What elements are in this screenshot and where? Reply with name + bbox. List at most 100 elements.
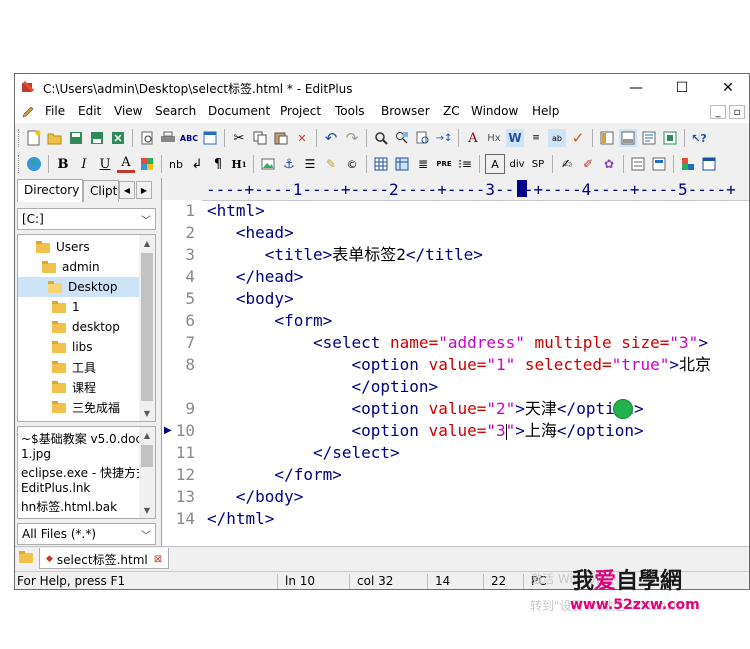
cut-icon[interactable]: ✂ bbox=[230, 129, 248, 147]
close-button[interactable]: ✕ bbox=[705, 74, 749, 101]
plugin-icon[interactable]: ✿ bbox=[600, 155, 618, 173]
check-icon[interactable]: ✓ bbox=[569, 129, 587, 147]
menu-browser[interactable]: Browser bbox=[381, 104, 430, 118]
span-icon[interactable]: SP bbox=[529, 155, 547, 173]
code-line[interactable]: <form> bbox=[207, 310, 332, 332]
menu-tools[interactable]: Tools bbox=[335, 104, 365, 118]
edit-script-icon[interactable]: ✍ bbox=[558, 155, 576, 173]
directory-scrollbar[interactable]: ▲ ▼ bbox=[139, 235, 155, 421]
bold-icon[interactable]: B bbox=[54, 155, 72, 173]
menu-edit[interactable]: Edit bbox=[78, 104, 101, 118]
browser-preview-icon[interactable] bbox=[201, 129, 219, 147]
globe-icon[interactable] bbox=[25, 155, 43, 173]
anchor-icon[interactable]: ⚓ bbox=[280, 155, 298, 173]
file-item-editplus[interactable]: EditPlus.lnk bbox=[21, 481, 90, 498]
paragraph-icon[interactable]: ¶ bbox=[209, 155, 227, 173]
code-line[interactable]: </body> bbox=[207, 486, 303, 508]
code-line[interactable]: <html> bbox=[207, 200, 265, 222]
cliptext-window-icon[interactable] bbox=[640, 129, 658, 147]
copy-icon[interactable] bbox=[251, 129, 269, 147]
code-line[interactable]: </select> bbox=[207, 442, 400, 464]
doc-tab-select-html[interactable]: ◆ select标签.html ⊠ bbox=[39, 548, 170, 569]
table-icon[interactable] bbox=[372, 155, 390, 173]
tab-scroll-left-button[interactable]: ◀ bbox=[119, 181, 135, 199]
code-line[interactable]: <option value="1" selected="true">北京 bbox=[207, 354, 711, 376]
output-window-icon[interactable] bbox=[619, 129, 637, 147]
tree-item-courses[interactable]: 课程 bbox=[52, 377, 96, 397]
code-line[interactable]: </form> bbox=[207, 464, 341, 486]
scroll-down-icon[interactable]: ▼ bbox=[139, 405, 155, 421]
close-file-icon[interactable] bbox=[109, 129, 127, 147]
eraser-icon[interactable]: ✐ bbox=[579, 155, 597, 173]
drive-select[interactable]: [C:] ﹀ bbox=[17, 208, 156, 230]
tree-item-desktop-sub[interactable]: desktop bbox=[52, 317, 120, 337]
replace-icon[interactable] bbox=[393, 129, 411, 147]
mdi-minimize-button[interactable]: _ bbox=[710, 105, 726, 119]
tree-item-1[interactable]: 1 bbox=[52, 297, 80, 317]
code-line[interactable]: <head> bbox=[207, 222, 294, 244]
fullscreen-icon[interactable] bbox=[661, 129, 679, 147]
directory-tree[interactable]: Users admin Desktop 1 desktop libs 工具 课程… bbox=[17, 234, 156, 422]
line-break-icon[interactable]: ↲ bbox=[188, 155, 206, 173]
menu-document[interactable]: Document bbox=[208, 104, 270, 118]
html-toolbar-icon[interactable] bbox=[629, 155, 647, 173]
heading-icon[interactable]: H1 bbox=[230, 155, 248, 173]
close-tab-icon[interactable]: ⊠ bbox=[154, 554, 162, 565]
pre-icon[interactable]: PRE bbox=[435, 155, 453, 173]
directory-window-icon[interactable] bbox=[598, 129, 616, 147]
center-icon[interactable]: ≣ bbox=[414, 155, 432, 173]
code-editor[interactable]: ----+----1----+----2----+----3----+----4… bbox=[161, 178, 749, 546]
minimize-button[interactable]: — bbox=[613, 74, 659, 101]
delete-icon[interactable]: ✕ bbox=[293, 129, 311, 147]
code-line[interactable]: <select name="address" multiple size="3"… bbox=[207, 332, 708, 354]
undo-icon[interactable]: ↶ bbox=[322, 129, 340, 147]
menu-project[interactable]: Project bbox=[280, 104, 321, 118]
tree-item-sanmian[interactable]: 三免成福 bbox=[52, 397, 120, 417]
spell-check-icon[interactable]: ABC bbox=[180, 129, 198, 147]
italic-icon[interactable]: I bbox=[75, 155, 93, 173]
file-item-eclipse[interactable]: eclipse.exe - 快捷方式 bbox=[21, 464, 148, 481]
maximize-button[interactable]: ☐ bbox=[659, 74, 705, 101]
scroll-up-icon[interactable]: ▲ bbox=[139, 427, 155, 443]
font-color-icon[interactable]: A bbox=[117, 155, 135, 173]
tab-cliptext[interactable]: Clipt bbox=[83, 180, 119, 202]
context-help-icon[interactable]: ↖? bbox=[690, 129, 708, 147]
code-line[interactable]: <body> bbox=[207, 288, 294, 310]
code-line[interactable]: <option value="3">上海</option> bbox=[207, 420, 643, 442]
css-toolbar-icon[interactable] bbox=[650, 155, 668, 173]
special-char-icon[interactable]: © bbox=[343, 155, 361, 173]
highlight-icon[interactable]: ✎ bbox=[322, 155, 340, 173]
scroll-down-icon[interactable]: ▼ bbox=[139, 502, 155, 518]
file-filter-select[interactable]: All Files (*.*) ﹀ bbox=[17, 523, 156, 545]
table-wizard-icon[interactable] bbox=[393, 155, 411, 173]
menu-view[interactable]: View bbox=[114, 104, 142, 118]
horizontal-rule-icon[interactable]: ☰ bbox=[301, 155, 319, 173]
code-area[interactable]: <html> <head> <title>表单标签2</title> </hea… bbox=[207, 200, 749, 546]
print-preview-icon[interactable] bbox=[138, 129, 156, 147]
file-list[interactable]: ~$基础教案 v5.0.doc 1.jpg eclipse.exe - 快捷方式… bbox=[17, 426, 156, 519]
scroll-up-icon[interactable]: ▲ bbox=[139, 235, 155, 251]
open-folder-icon[interactable] bbox=[46, 129, 64, 147]
form-icon[interactable]: A bbox=[485, 154, 505, 174]
menu-file[interactable]: File bbox=[45, 104, 65, 118]
mdi-restore-button[interactable]: ▫ bbox=[729, 105, 745, 119]
new-file-icon[interactable] bbox=[25, 129, 43, 147]
file-item-jpg[interactable]: 1.jpg bbox=[21, 447, 51, 464]
save-all-icon[interactable] bbox=[88, 129, 106, 147]
save-icon[interactable] bbox=[67, 129, 85, 147]
column-select-icon[interactable]: ab bbox=[548, 129, 566, 147]
code-line[interactable]: <option value="2">天津</option> bbox=[207, 398, 643, 420]
toolbar-grip[interactable] bbox=[18, 129, 22, 147]
font-icon[interactable]: A bbox=[464, 129, 482, 147]
find-in-files-icon[interactable] bbox=[414, 129, 432, 147]
line-number-icon[interactable]: ≡ bbox=[527, 129, 545, 147]
underline-icon[interactable]: U bbox=[96, 155, 114, 173]
hex-view-icon[interactable]: Hx bbox=[485, 129, 503, 147]
word-wrap-icon[interactable]: W bbox=[506, 129, 524, 147]
tree-item-desktop[interactable]: Desktop bbox=[18, 277, 140, 297]
color-palette-icon[interactable] bbox=[138, 155, 156, 173]
menu-zc[interactable]: ZC bbox=[443, 104, 460, 118]
tree-item-tools[interactable]: 工具 bbox=[52, 357, 96, 377]
window-list-icon[interactable] bbox=[700, 155, 718, 173]
file-item-doc[interactable]: ~$基础教案 v5.0.doc bbox=[21, 430, 142, 447]
